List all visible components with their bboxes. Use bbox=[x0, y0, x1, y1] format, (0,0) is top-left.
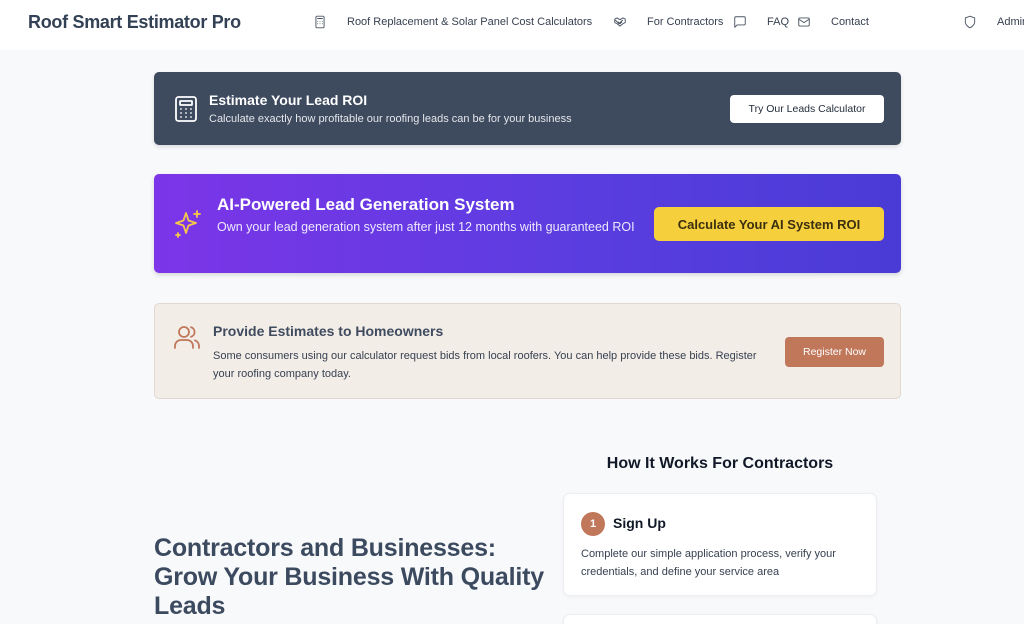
roi-banner-title: Estimate Your Lead ROI bbox=[209, 92, 368, 108]
calculator-icon bbox=[174, 96, 198, 122]
calculate-ai-system-roi-button[interactable]: Calculate Your AI System ROI bbox=[654, 207, 884, 241]
step-card bbox=[563, 614, 877, 624]
message-square-icon bbox=[734, 16, 746, 28]
nav-item-label: FAQ bbox=[767, 16, 790, 28]
homeowner-banner-title: Provide Estimates to Homeowners bbox=[213, 323, 444, 339]
calculator-icon bbox=[315, 15, 325, 29]
nav-item-for-contractors[interactable]: For Contractors bbox=[613, 15, 723, 29]
shield-icon bbox=[964, 15, 976, 29]
ai-banner-title: AI-Powered Lead Generation System bbox=[217, 195, 515, 214]
homeowner-estimates-banner: Provide Estimates to Homeowners Some con… bbox=[154, 303, 901, 399]
nav-item-admin[interactable]: Admin bbox=[963, 15, 1024, 29]
users-icon bbox=[173, 323, 201, 351]
contractors-hero-title: Contractors and Businesses: Grow Your Bu… bbox=[154, 534, 544, 620]
lead-roi-banner: Estimate Your Lead ROI Calculate exactly… bbox=[154, 72, 901, 145]
nav-item-contact[interactable]: Contact bbox=[797, 15, 869, 29]
step-title: Sign Up bbox=[613, 515, 666, 531]
nav-item-label: Roof Replacement & Solar Panel Cost Calc… bbox=[347, 16, 593, 28]
try-leads-calculator-button[interactable]: Try Our Leads Calculator bbox=[730, 95, 884, 123]
ai-lead-generation-banner: AI-Powered Lead Generation System Own yo… bbox=[154, 174, 901, 273]
how-it-works-title: How It Works For Contractors bbox=[606, 455, 834, 472]
top-navbar: Roof Smart Estimator Pro Roof Replacemen… bbox=[0, 0, 1024, 50]
step-number-badge: 1 bbox=[581, 512, 605, 536]
sparkles-icon bbox=[171, 207, 205, 241]
nav-item-label: Contact bbox=[831, 16, 869, 28]
ai-banner-subtitle: Own your lead generation system after ju… bbox=[217, 220, 635, 234]
mail-icon bbox=[798, 17, 810, 27]
nav-item-calculators[interactable]: Roof Replacement & Solar Panel Cost Calc… bbox=[313, 15, 626, 29]
handshake-icon bbox=[614, 17, 626, 27]
roi-banner-subtitle: Calculate exactly how profitable our roo… bbox=[209, 113, 572, 125]
nav-item-label: Admin bbox=[997, 16, 1024, 28]
step-card: 1 Sign Up Complete our simple applicatio… bbox=[563, 493, 877, 596]
register-now-button[interactable]: Register Now bbox=[785, 337, 884, 367]
homeowner-banner-subtitle: Some consumers using our calculator requ… bbox=[213, 350, 757, 380]
nav-item-faq[interactable]: FAQ bbox=[733, 15, 789, 29]
brand-logo[interactable]: Roof Smart Estimator Pro bbox=[28, 12, 241, 33]
step-description: Complete our simple application process,… bbox=[581, 548, 836, 578]
nav-item-label: For Contractors bbox=[647, 16, 724, 28]
